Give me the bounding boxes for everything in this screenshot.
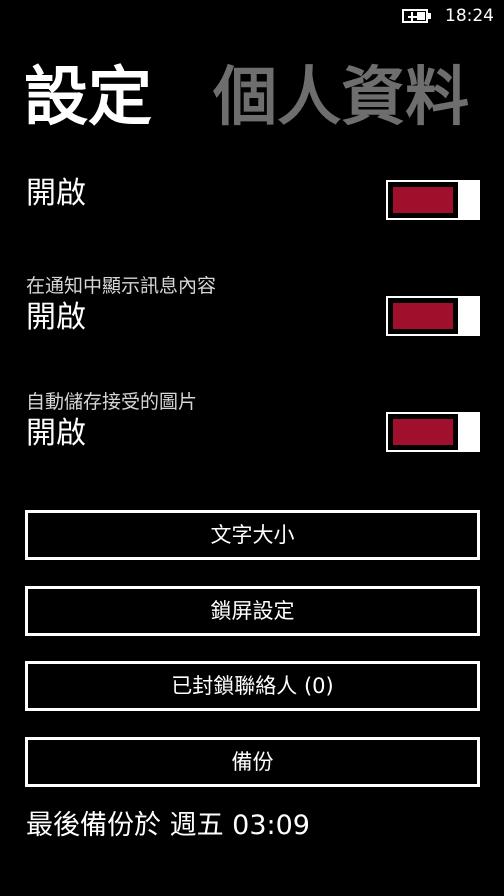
toggle-track [386,412,460,452]
toggle-caption: 自動儲存接受的圖片 [26,391,198,413]
pivot-header: 設定 個人資料 [24,56,504,140]
toggle-switch[interactable] [386,180,480,220]
toggle-state-label: 開啟 [26,176,86,211]
toggle-switch[interactable] [386,412,480,452]
settings-list[interactable]: 開啟 在通知中顯示訊息內容 開啟 自動儲存接受的圖片 開啟 文字大小 鎖屏設定 … [0,164,504,896]
font-size-button[interactable]: 文字大小 [25,510,480,560]
toggle-fill [393,303,453,329]
toggle-track [386,180,460,220]
toggle-state-label: 開啟 [26,416,86,451]
toggle-row-auto-save-images: 自動儲存接受的圖片 開啟 [0,390,504,480]
toggle-track [386,296,460,336]
toggle-thumb[interactable] [458,412,480,452]
toggle-thumb[interactable] [458,296,480,336]
last-backup-text: 最後備份於 週五 03:09 [26,810,310,841]
battery-charging-icon [402,9,431,23]
status-bar: 18:24 [0,0,504,34]
toggle-row-receipts: 開啟 [0,164,504,240]
toggle-fill [393,187,453,213]
toggle-state-label: 開啟 [26,300,86,335]
toggle-switch[interactable] [386,296,480,336]
lock-screen-settings-button[interactable]: 鎖屏設定 [25,586,480,636]
toggle-fill [393,419,453,445]
clock-time: 18:24 [445,6,494,26]
pivot-tab-settings[interactable]: 設定 [24,56,152,140]
toggle-row-notification-preview: 在通知中顯示訊息內容 開啟 [0,274,504,364]
pivot-tab-profile[interactable]: 個人資料 [213,56,469,140]
toggle-thumb[interactable] [458,180,480,220]
blocked-contacts-button[interactable]: 已封鎖聯絡人 (0) [25,661,480,711]
toggle-caption: 在通知中顯示訊息內容 [26,275,217,297]
backup-button[interactable]: 備份 [25,737,480,787]
